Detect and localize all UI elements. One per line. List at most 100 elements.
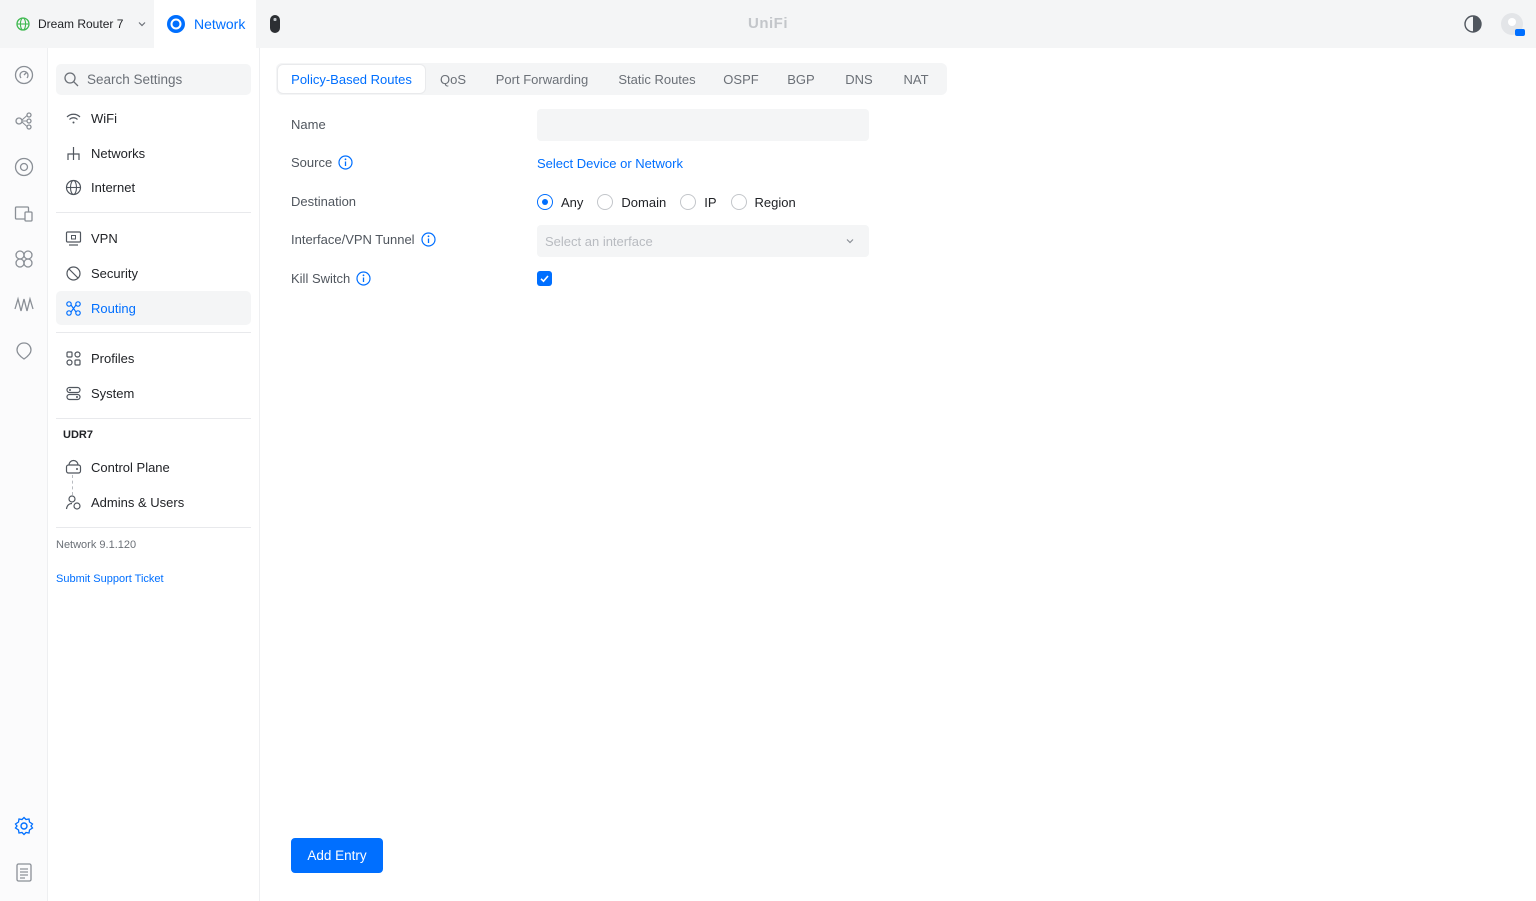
top-bar: Dream Router 7 Network UniFi [0, 0, 1536, 48]
radio-label: IP [704, 194, 717, 210]
sidebar-item-label: Networks [91, 145, 146, 161]
user-avatar[interactable] [1500, 12, 1526, 38]
app-rail [0, 48, 48, 901]
sidebar-item-security[interactable]: Security [56, 256, 251, 290]
radio-label: Any [561, 194, 584, 210]
app-version: Network 9.1.120 [56, 539, 137, 551]
interface-select[interactable]: Select an interface [537, 225, 869, 257]
sidebar-item-label: Control Plane [91, 459, 170, 475]
vpn-icon [65, 230, 82, 247]
interface-placeholder: Select an interface [545, 233, 653, 249]
radio-button-selected[interactable] [537, 194, 553, 210]
sidebar-divider [56, 527, 251, 528]
insights-icon[interactable] [13, 248, 35, 270]
theme-toggle-icon[interactable] [1463, 14, 1483, 34]
settings-icon[interactable] [13, 815, 35, 837]
kill-switch-label: Kill Switch [291, 271, 371, 286]
search-input[interactable]: Search Settings [56, 64, 251, 95]
radio-button[interactable] [680, 194, 697, 210]
system-icon [65, 385, 82, 402]
destination-label-text: Destination [291, 194, 357, 209]
sidebar-divider [56, 212, 251, 213]
logs-icon[interactable] [13, 861, 35, 883]
sidebar-item-routing[interactable]: Routing [56, 291, 251, 325]
traffic-icon[interactable] [13, 294, 35, 316]
radio-label: Domain [621, 194, 667, 210]
admins-icon [65, 494, 82, 511]
sidebar-item-profiles[interactable]: Profiles [56, 341, 251, 375]
device-group-label: UDR7 [63, 429, 93, 441]
info-icon[interactable] [338, 155, 353, 170]
tab-nat[interactable]: NAT [890, 65, 942, 93]
network-app-icon [167, 15, 185, 33]
radio-button[interactable] [730, 194, 747, 210]
network-app-tab[interactable]: Network [154, 0, 256, 48]
tab-policy-based-routes[interactable]: Policy-Based Routes [278, 65, 425, 93]
sidebar-item-label: WiFi [91, 110, 117, 126]
control-plane-icon [65, 459, 82, 476]
source-label: Source [291, 155, 353, 170]
sidebar-item-vpn[interactable]: VPN [56, 221, 251, 255]
client-devices-icon[interactable] [13, 202, 35, 224]
sidebar-item-networks[interactable]: Networks [56, 136, 251, 170]
remote-device-icon[interactable] [268, 14, 282, 34]
sidebar-item-label: Security [91, 265, 138, 281]
routing-tabs: Policy-Based Routes QoS Port Forwarding … [276, 63, 947, 95]
tab-static-routes[interactable]: Static Routes [606, 65, 708, 93]
destination-radio-region[interactable]: Region [730, 194, 796, 210]
sidebar-divider [56, 332, 251, 333]
profiles-icon [65, 350, 82, 367]
destination-label: Destination [291, 194, 356, 209]
info-icon[interactable] [420, 232, 436, 247]
tab-bgp[interactable]: BGP [774, 65, 828, 93]
search-placeholder: Search Settings [87, 72, 183, 87]
dashboard-icon[interactable] [13, 64, 35, 86]
radio-button[interactable] [597, 194, 614, 210]
devices-icon[interactable] [13, 156, 35, 178]
destination-radio-group: Any Domain IP Region [537, 193, 810, 211]
wifi-icon [65, 110, 82, 127]
tab-port-forwarding[interactable]: Port Forwarding [482, 65, 602, 93]
sidebar-item-admins-users[interactable]: Admins & Users [56, 485, 251, 519]
tab-ospf[interactable]: OSPF [712, 65, 770, 93]
tab-dns[interactable]: DNS [832, 65, 886, 93]
tab-qos[interactable]: QoS [428, 65, 478, 93]
globe-icon [16, 17, 30, 31]
sidebar-item-internet[interactable]: Internet [56, 170, 251, 204]
destination-radio-domain[interactable]: Domain [597, 194, 666, 210]
search-icon [64, 72, 79, 87]
checkmark-icon [540, 275, 549, 283]
interface-label: Interface/VPN Tunnel [291, 232, 436, 247]
device-selector[interactable]: Dream Router 7 [0, 0, 154, 48]
destination-radio-any[interactable]: Any [537, 194, 583, 210]
kill-switch-checkbox[interactable] [537, 271, 552, 286]
shield-icon [65, 265, 82, 282]
name-field[interactable] [537, 109, 869, 141]
interface-label-text: Interface/VPN Tunnel [291, 232, 415, 247]
sidebar-item-label: Internet [91, 179, 136, 195]
sidebar-item-label: Routing [91, 300, 136, 316]
select-device-or-network-link[interactable]: Select Device or Network [537, 156, 683, 171]
chevron-down-icon[interactable] [137, 19, 147, 29]
sidebar-item-label: System [91, 385, 135, 401]
sidebar-item-wifi[interactable]: WiFi [56, 101, 251, 135]
sidebar-divider [56, 418, 251, 419]
sidebar-item-control-plane[interactable]: Control Plane [56, 450, 251, 484]
name-label-text: Name [291, 117, 326, 132]
add-entry-button[interactable]: Add Entry [291, 838, 383, 873]
sidebar-item-system[interactable]: System [56, 376, 251, 410]
source-label-text: Source [291, 155, 333, 170]
internet-globe-icon [65, 179, 82, 196]
kill-switch-label-text: Kill Switch [291, 271, 351, 286]
app-tab-label: Network [194, 16, 246, 32]
name-label: Name [291, 117, 326, 132]
sidebar-item-label: VPN [91, 230, 118, 246]
topology-icon[interactable] [13, 110, 35, 132]
info-icon[interactable] [356, 271, 371, 286]
sidebar-item-label: Admins & Users [91, 494, 185, 510]
alarm-icon[interactable] [13, 340, 35, 362]
chevron-down-icon [846, 239, 854, 244]
support-ticket-link[interactable]: Submit Support Ticket [56, 573, 164, 585]
radio-label: Region [754, 194, 796, 210]
destination-radio-ip[interactable]: IP [680, 194, 717, 210]
